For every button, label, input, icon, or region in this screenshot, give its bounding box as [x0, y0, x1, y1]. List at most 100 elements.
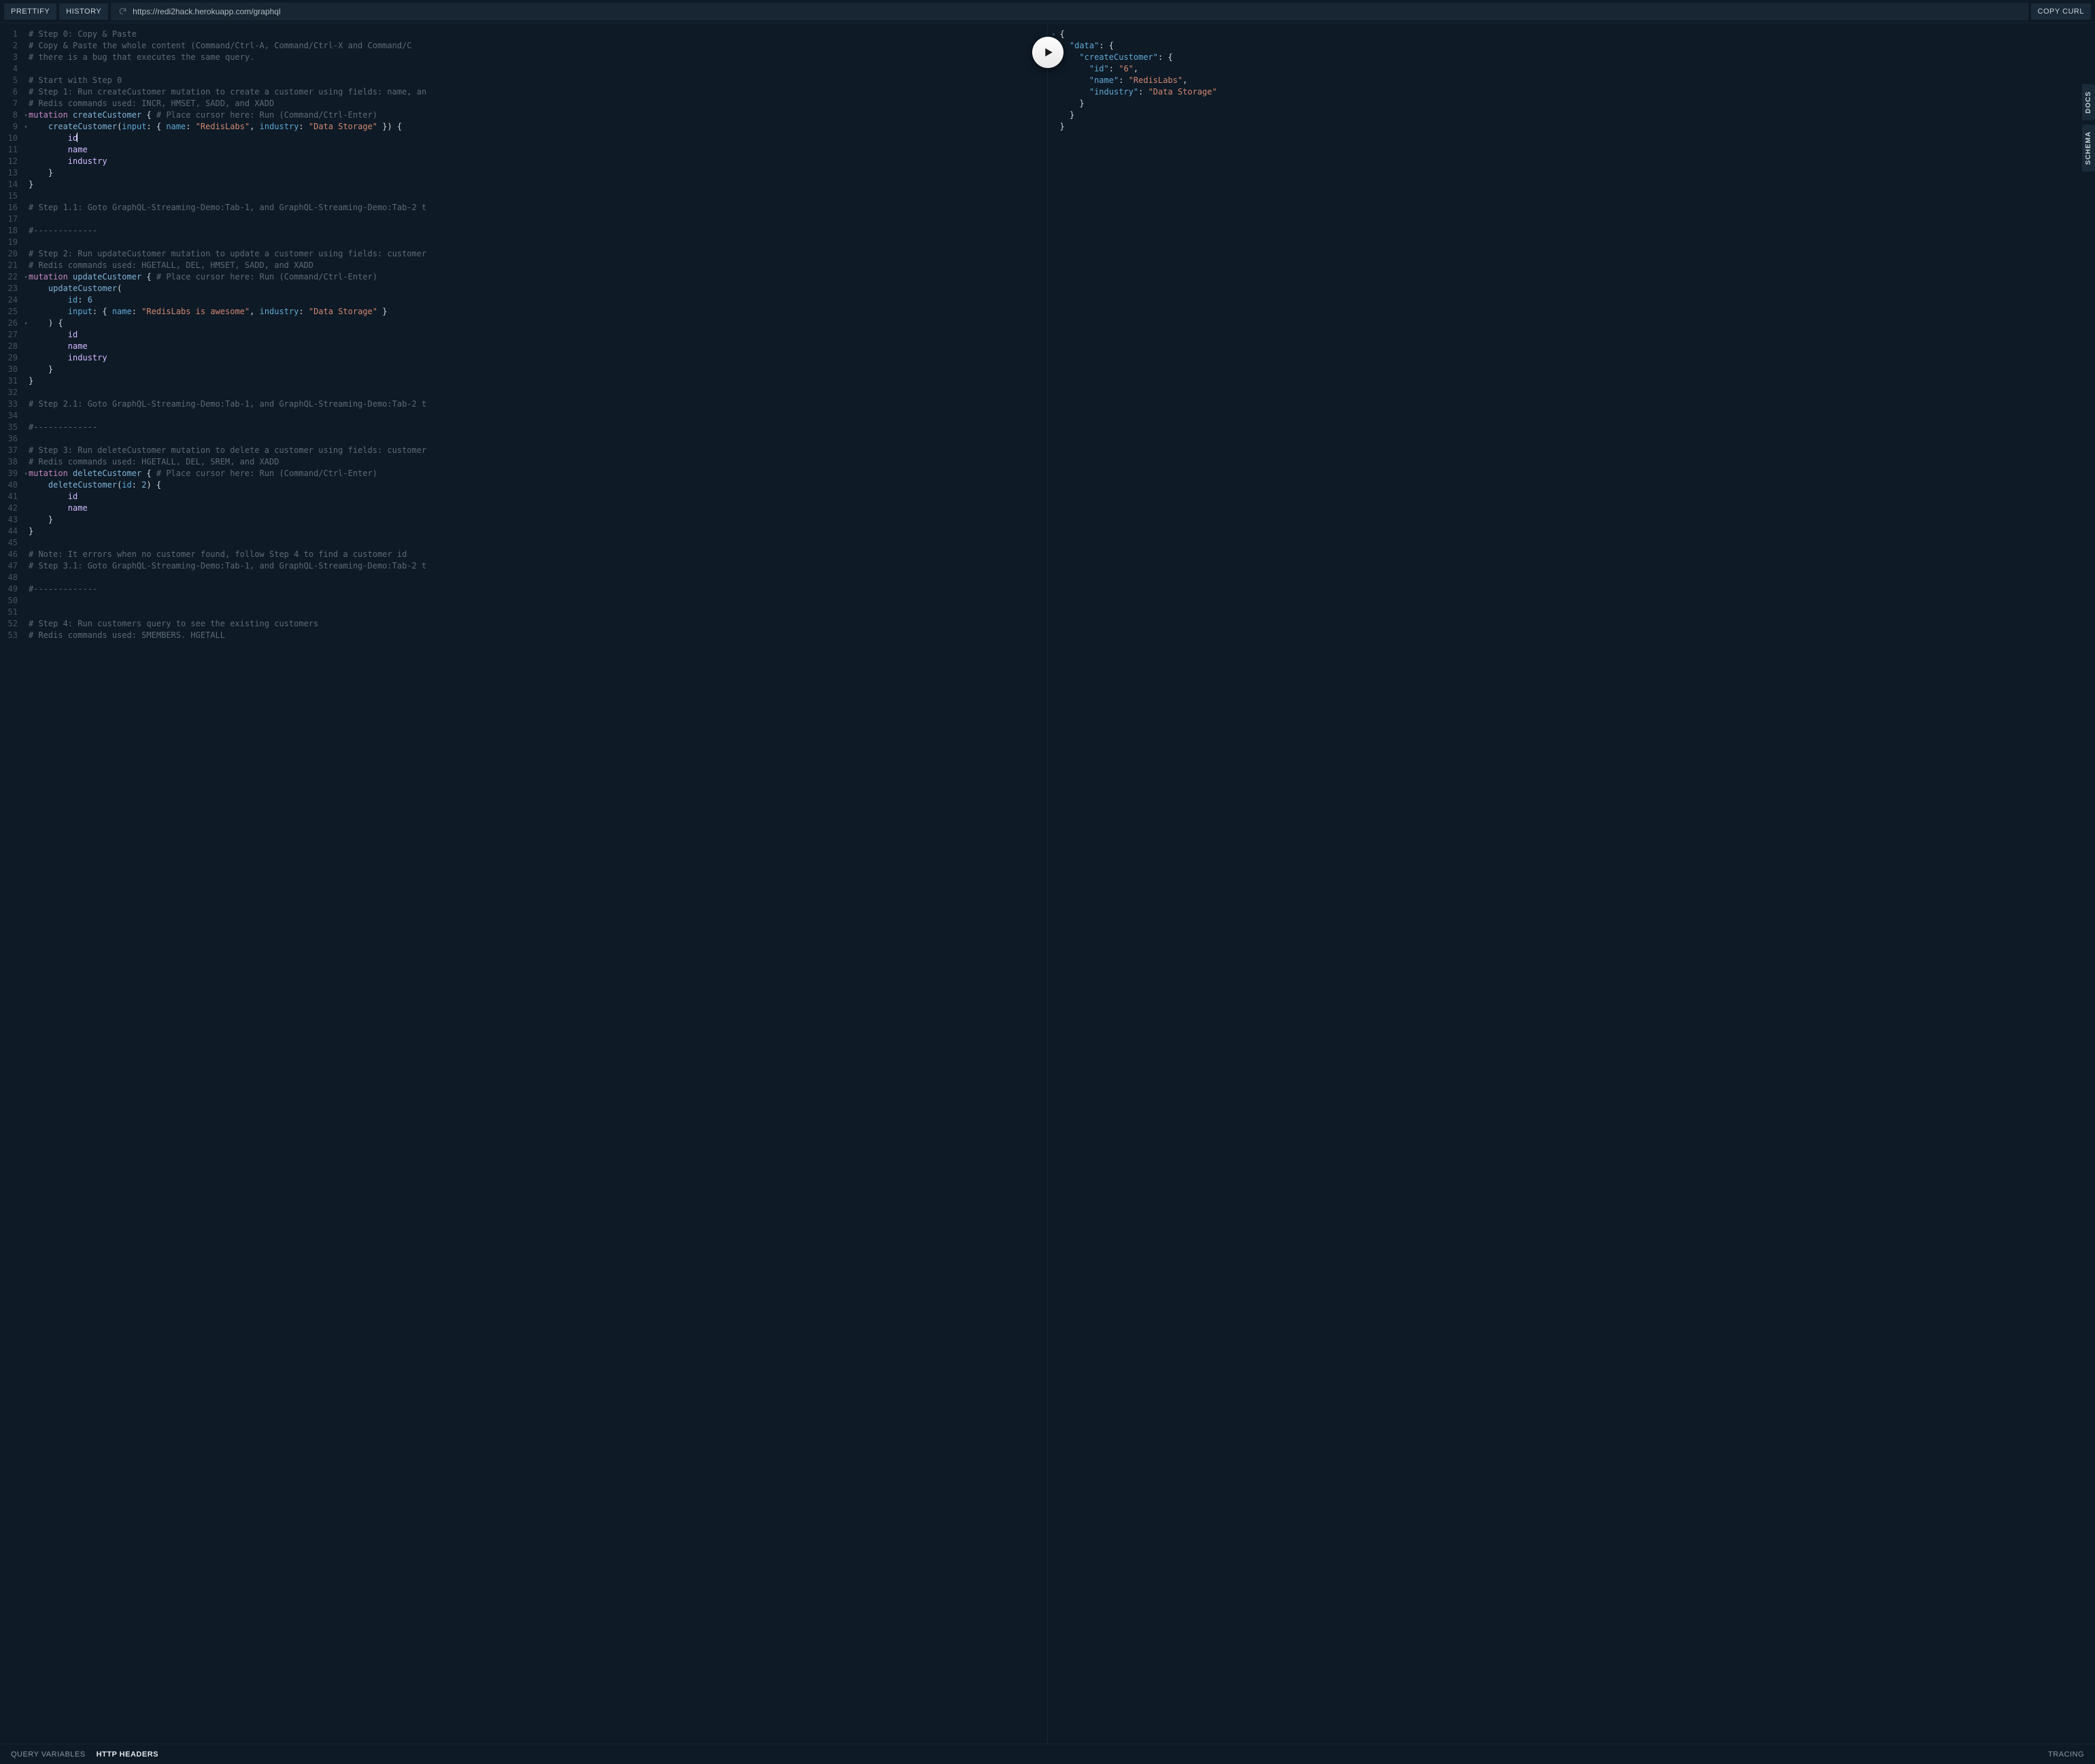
code-content[interactable]: [29, 387, 1047, 398]
query-line[interactable]: 38# Redis commands used: HGETALL, DEL, S…: [0, 456, 1047, 468]
code-content[interactable]: [29, 595, 1047, 607]
query-line[interactable]: 23 updateCustomer(: [0, 283, 1047, 294]
code-content[interactable]: id: [29, 329, 1047, 341]
query-line[interactable]: 44}: [0, 526, 1047, 537]
code-content[interactable]: # Redis commands used: HGETALL, DEL, SRE…: [29, 456, 1047, 468]
query-line[interactable]: 5# Start with Step 0: [0, 75, 1047, 86]
http-headers-tab[interactable]: HTTP HEADERS: [97, 1750, 158, 1759]
query-line[interactable]: 51: [0, 607, 1047, 618]
query-line[interactable]: 11 name: [0, 144, 1047, 156]
code-content[interactable]: # Note: It errors when no customer found…: [29, 549, 1047, 560]
prettify-button[interactable]: PRETTIFY: [4, 3, 56, 20]
query-variables-tab[interactable]: QUERY VARIABLES: [11, 1750, 86, 1759]
code-content[interactable]: updateCustomer(: [29, 283, 1047, 294]
code-content[interactable]: # Step 3: Run deleteCustomer mutation to…: [29, 445, 1047, 456]
query-line[interactable]: 37# Step 3: Run deleteCustomer mutation …: [0, 445, 1047, 456]
code-content[interactable]: }: [29, 167, 1047, 179]
code-content[interactable]: }: [29, 364, 1047, 375]
code-content[interactable]: # Redis commands used: HGETALL, DEL, HMS…: [29, 260, 1047, 271]
code-content[interactable]: mutation updateCustomer { # Place cursor…: [29, 271, 1047, 283]
code-content[interactable]: id: 6: [29, 294, 1047, 306]
code-content[interactable]: # Step 1: Run createCustomer mutation to…: [29, 86, 1047, 98]
endpoint-input[interactable]: [133, 7, 2021, 16]
code-content[interactable]: # Step 2: Run updateCustomer mutation to…: [29, 248, 1047, 260]
code-content[interactable]: [29, 607, 1047, 618]
query-line[interactable]: 10 id: [0, 133, 1047, 144]
result-viewer[interactable]: ▾{▾ "data": {▾ "createCustomer": { "id":…: [1048, 23, 2095, 1744]
code-content[interactable]: deleteCustomer(id: 2) {: [29, 479, 1047, 491]
query-line[interactable]: 6# Step 1: Run createCustomer mutation t…: [0, 86, 1047, 98]
code-content[interactable]: # Step 2.1: Goto GraphQL-Streaming-Demo:…: [29, 398, 1047, 410]
code-content[interactable]: [29, 190, 1047, 202]
query-line[interactable]: 48: [0, 572, 1047, 583]
copy-curl-button[interactable]: COPY CURL: [2031, 3, 2091, 20]
query-editor[interactable]: 1# Step 0: Copy & Paste2# Copy & Paste t…: [0, 23, 1048, 1744]
query-line[interactable]: 52# Step 4: Run customers query to see t…: [0, 618, 1047, 630]
query-line[interactable]: 21# Redis commands used: HGETALL, DEL, H…: [0, 260, 1047, 271]
query-line[interactable]: 2# Copy & Paste the whole content (Comma…: [0, 40, 1047, 52]
history-button[interactable]: HISTORY: [59, 3, 108, 20]
docs-tab[interactable]: DOCS: [2082, 84, 2095, 120]
code-content[interactable]: [29, 410, 1047, 422]
code-content[interactable]: input: { name: "RedisLabs is awesome", i…: [29, 306, 1047, 318]
code-content[interactable]: industry: [29, 156, 1047, 167]
code-content[interactable]: id: [29, 133, 1047, 144]
query-line[interactable]: 50: [0, 595, 1047, 607]
code-content[interactable]: # there is a bug that executes the same …: [29, 52, 1047, 63]
query-line[interactable]: 19: [0, 237, 1047, 248]
query-line[interactable]: 3# there is a bug that executes the same…: [0, 52, 1047, 63]
query-line[interactable]: 35#-------------: [0, 422, 1047, 433]
code-content[interactable]: [29, 537, 1047, 549]
code-content[interactable]: mutation deleteCustomer { # Place cursor…: [29, 468, 1047, 479]
query-line[interactable]: 41 id: [0, 491, 1047, 503]
query-line[interactable]: 39▾mutation deleteCustomer { # Place cur…: [0, 468, 1047, 479]
query-line[interactable]: 8▾mutation createCustomer { # Place curs…: [0, 109, 1047, 121]
query-line[interactable]: 36: [0, 433, 1047, 445]
query-line[interactable]: 14}: [0, 179, 1047, 190]
code-content[interactable]: }: [29, 375, 1047, 387]
fold-toggle[interactable]: ▾: [23, 468, 29, 479]
query-line[interactable]: 34: [0, 410, 1047, 422]
code-content[interactable]: #-------------: [29, 225, 1047, 237]
query-line[interactable]: 29 industry: [0, 352, 1047, 364]
query-line[interactable]: 18#-------------: [0, 225, 1047, 237]
code-content[interactable]: }: [29, 526, 1047, 537]
query-line[interactable]: 43 }: [0, 514, 1047, 526]
fold-toggle[interactable]: ▾: [23, 121, 29, 133]
query-line[interactable]: 53# Redis commands used: SMEMBERS. HGETA…: [0, 630, 1047, 641]
fold-toggle[interactable]: ▾: [23, 109, 29, 121]
query-line[interactable]: 4: [0, 63, 1047, 75]
tracing-tab[interactable]: TRACING: [2048, 1750, 2084, 1759]
query-line[interactable]: 12 industry: [0, 156, 1047, 167]
code-content[interactable]: industry: [29, 352, 1047, 364]
code-content[interactable]: # Step 4: Run customers query to see the…: [29, 618, 1047, 630]
code-content[interactable]: ) {: [29, 318, 1047, 329]
query-line[interactable]: 9▾ createCustomer(input: { name: "RedisL…: [0, 121, 1047, 133]
query-line[interactable]: 32: [0, 387, 1047, 398]
code-content[interactable]: mutation createCustomer { # Place cursor…: [29, 109, 1047, 121]
code-content[interactable]: # Redis commands used: INCR, HMSET, SADD…: [29, 98, 1047, 109]
query-line[interactable]: 13 }: [0, 167, 1047, 179]
query-line[interactable]: 17: [0, 214, 1047, 225]
code-content[interactable]: }: [29, 514, 1047, 526]
code-content[interactable]: [29, 214, 1047, 225]
code-content[interactable]: # Step 3.1: Goto GraphQL-Streaming-Demo:…: [29, 560, 1047, 572]
query-line[interactable]: 7# Redis commands used: INCR, HMSET, SAD…: [0, 98, 1047, 109]
query-line[interactable]: 15: [0, 190, 1047, 202]
code-content[interactable]: # Copy & Paste the whole content (Comman…: [29, 40, 1047, 52]
query-line[interactable]: 20# Step 2: Run updateCustomer mutation …: [0, 248, 1047, 260]
query-line[interactable]: 49#-------------: [0, 583, 1047, 595]
code-content[interactable]: # Step 1.1: Goto GraphQL-Streaming-Demo:…: [29, 202, 1047, 214]
code-content[interactable]: #-------------: [29, 422, 1047, 433]
fold-toggle[interactable]: ▾: [23, 318, 29, 329]
query-line[interactable]: 25 input: { name: "RedisLabs is awesome"…: [0, 306, 1047, 318]
query-line[interactable]: 42 name: [0, 503, 1047, 514]
execute-button[interactable]: [1032, 37, 1063, 68]
query-line[interactable]: 31}: [0, 375, 1047, 387]
query-line[interactable]: 30 }: [0, 364, 1047, 375]
code-content[interactable]: [29, 433, 1047, 445]
code-content[interactable]: # Step 0: Copy & Paste: [29, 29, 1047, 40]
query-line[interactable]: 27 id: [0, 329, 1047, 341]
code-content[interactable]: #-------------: [29, 583, 1047, 595]
query-line[interactable]: 46# Note: It errors when no customer fou…: [0, 549, 1047, 560]
